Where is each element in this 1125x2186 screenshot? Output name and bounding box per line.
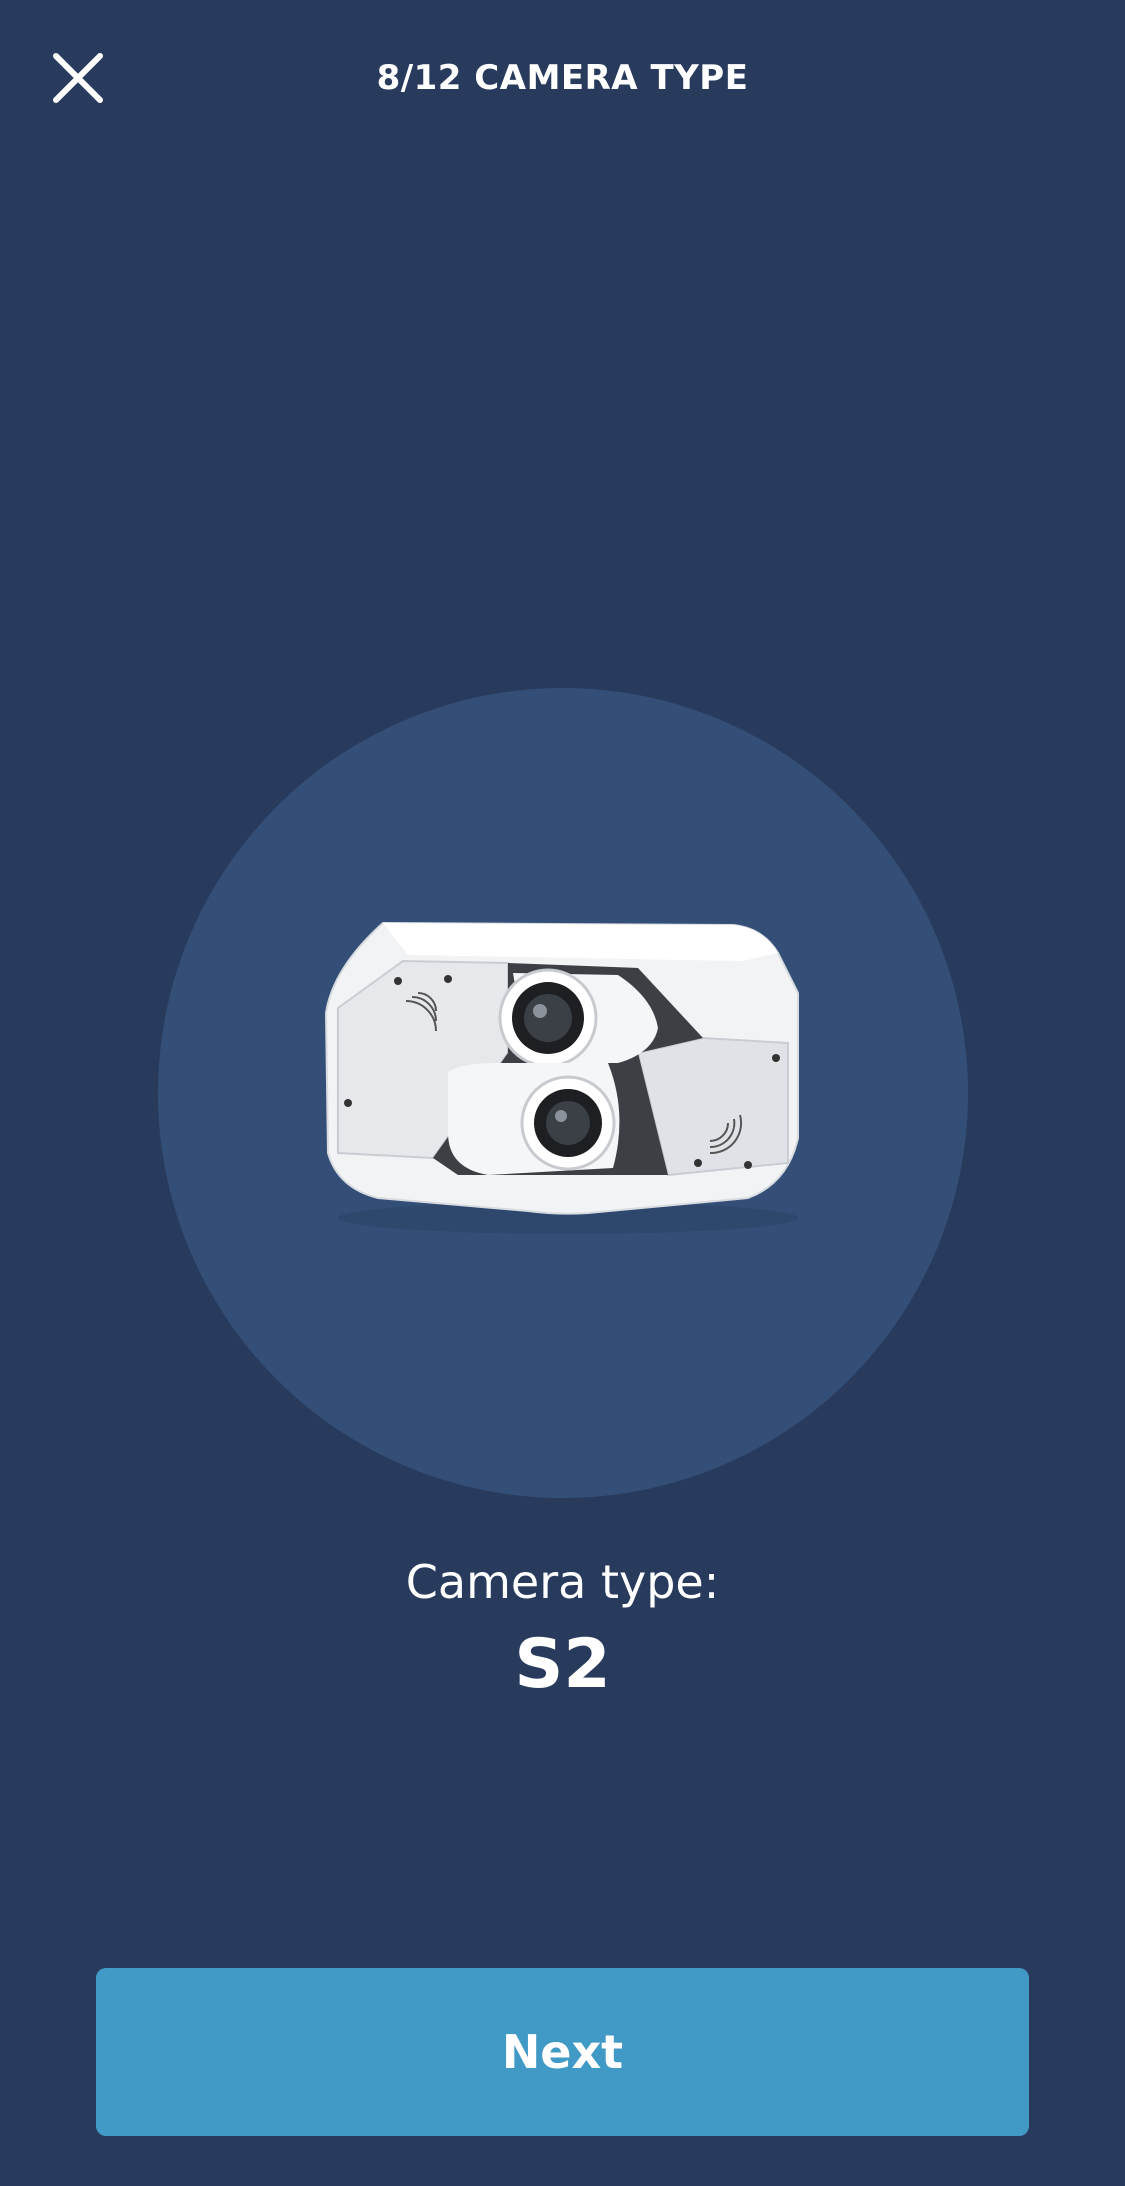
- next-button[interactable]: Next: [96, 1968, 1029, 2136]
- camera-type-value: S2: [514, 1625, 611, 1704]
- camera-image: [308, 913, 818, 1243]
- top-bar: 8/12 CAMERA TYPE: [0, 0, 1125, 160]
- hero-circle: [158, 688, 968, 1498]
- page-title: 8/12 CAMERA TYPE: [376, 58, 749, 98]
- camera-type-label: Camera type:: [405, 1555, 720, 1609]
